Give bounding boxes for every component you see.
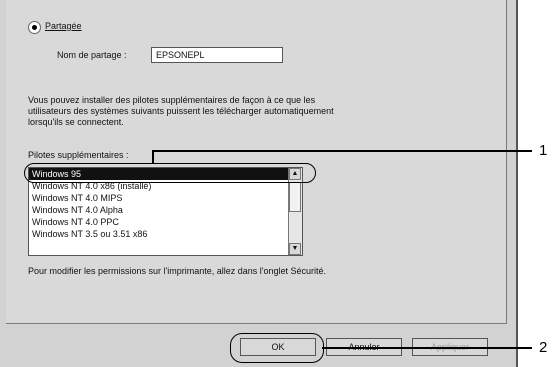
- list-item[interactable]: Windows NT 4.0 MIPS: [29, 192, 302, 204]
- permissions-note: Pour modifier les permissions sur l'impr…: [28, 266, 327, 276]
- shared-radio[interactable]: [28, 21, 41, 34]
- callout-number-2: 2: [539, 339, 548, 356]
- callout-1-leader: [152, 150, 532, 152]
- radio-dot: [32, 25, 37, 30]
- callout-number-1: 1: [539, 142, 548, 159]
- description-line-2: utilisateurs des systèmes suivants puiss…: [28, 106, 334, 116]
- share-name-label: Nom de partage :: [57, 50, 127, 60]
- list-item[interactable]: Windows NT 3.5 ou 3.51 x86: [29, 228, 302, 240]
- description-line-3: lorsqu'ils se connectent.: [28, 117, 124, 127]
- list-item[interactable]: Windows NT 4.0 PPC: [29, 216, 302, 228]
- list-item[interactable]: Windows NT 4.0 Alpha: [29, 204, 302, 216]
- description-line-1: Vous pouvez installer des pilotes supplé…: [28, 95, 316, 105]
- callout-ring-ok-button: [230, 333, 324, 363]
- callout-2-leader: [322, 347, 532, 349]
- dialog-edge: [516, 0, 518, 367]
- callout-ring-list-item: [24, 163, 316, 183]
- callout-1-stem: [152, 150, 154, 164]
- shared-radio-label: Partagée: [45, 21, 82, 31]
- additional-drivers-label: Pilotes supplémentaires :: [28, 150, 129, 160]
- share-name-input[interactable]: EPSONEPL: [151, 47, 283, 63]
- scroll-down-icon[interactable]: ▼: [289, 243, 301, 255]
- scroll-thumb[interactable]: [289, 182, 301, 212]
- printer-properties-dialog: Partagée Nom de partage : EPSONEPL Vous …: [0, 0, 518, 367]
